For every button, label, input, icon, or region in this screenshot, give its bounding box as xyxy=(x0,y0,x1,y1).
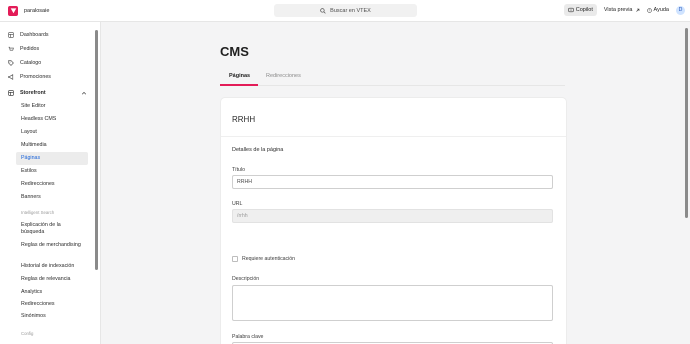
sidebar-item-indexing-history[interactable]: Historial de indexación xyxy=(21,263,74,270)
copilot-label: Copilot xyxy=(575,7,593,13)
description-textarea[interactable] xyxy=(232,285,553,321)
url-input: /rrhh xyxy=(232,209,553,223)
sidebar-item-promociones[interactable]: Promociones xyxy=(8,72,51,82)
help-icon: ? xyxy=(646,7,652,13)
description-label: Descripción xyxy=(232,276,260,282)
require-auth-checkbox[interactable] xyxy=(232,256,238,262)
main-content: CMS Páginas Redirecciones RRHH Detalles … xyxy=(101,22,690,344)
chevron-up-icon[interactable] xyxy=(81,90,87,96)
account-name[interactable]: paralosaie xyxy=(24,8,49,14)
vtex-logo[interactable] xyxy=(8,5,18,16)
section-intelligent-search: Intelligent Search xyxy=(21,210,55,215)
sidebar-scrollbar[interactable] xyxy=(95,30,98,270)
cart-icon xyxy=(8,46,14,51)
tag-icon xyxy=(8,60,14,66)
active-tab-indicator xyxy=(220,84,258,86)
search-bar[interactable]: Buscar en VTEX xyxy=(274,4,417,17)
title-input[interactable]: RRHH xyxy=(232,175,553,189)
sidebar-item-catalogo[interactable]: Catalogo xyxy=(8,58,41,68)
sidebar-item-layout[interactable]: Layout xyxy=(21,129,37,136)
sidebar-item-label: Storefront xyxy=(20,90,46,96)
preview-label: Vista previa xyxy=(603,7,633,13)
megaphone-icon xyxy=(8,74,14,80)
sidebar-item-redirecciones[interactable]: Redirecciones xyxy=(21,181,55,188)
sidebar-item-dashboards[interactable]: Dashboards xyxy=(8,30,49,40)
help-button[interactable]: ? Ayuda xyxy=(646,7,670,13)
sidebar-item-merchandising-rules[interactable]: Reglas de merchandising xyxy=(21,242,81,249)
copilot-button[interactable]: Copilot xyxy=(563,4,597,16)
keywords-label: Palabra clave xyxy=(232,334,264,340)
require-auth-label: Requiere autenticación xyxy=(242,256,296,262)
storefront-icon xyxy=(8,90,14,96)
search-icon xyxy=(320,7,326,14)
section-config: Config xyxy=(21,331,34,336)
sidebar-item-banners[interactable]: Banners xyxy=(21,194,41,201)
preview-button[interactable]: Vista previa xyxy=(604,7,640,13)
tabs-divider xyxy=(220,85,565,86)
title-label: Título xyxy=(232,167,245,173)
search-placeholder: Buscar en VTEX xyxy=(330,7,371,14)
top-bar: paralosaie Buscar en VTEX Copilot Vista … xyxy=(0,0,690,22)
tab-paginas[interactable]: Páginas xyxy=(229,73,250,79)
sidebar-item-search-redirects[interactable]: Redirecciones xyxy=(21,301,55,308)
sidebar-item-headless-cms[interactable]: Headless CMS xyxy=(21,116,56,123)
external-link-icon xyxy=(635,8,639,12)
sidebar-item-synonyms[interactable]: Sinónimos xyxy=(21,313,46,320)
url-input-value: /rrhh xyxy=(237,213,248,219)
sidebar-item-label: Promociones xyxy=(20,74,51,80)
user-avatar[interactable]: D xyxy=(676,5,685,15)
page-title: CMS xyxy=(220,44,249,59)
sidebar-item-paginas[interactable]: Páginas xyxy=(21,155,40,162)
sidebar-item-multimedia[interactable]: Multimedia xyxy=(21,142,47,149)
sidebar-item-label: Catalogo xyxy=(20,60,42,66)
sidebar-item-pedidos[interactable]: Pedidos xyxy=(8,44,39,54)
card-title: RRHH xyxy=(232,115,256,124)
card-divider xyxy=(221,136,566,137)
section-page-details: Detalles de la página xyxy=(232,147,284,153)
sidebar-item-label: Dashboards xyxy=(20,32,49,38)
vtex-logo-icon xyxy=(10,8,16,14)
sidebar-item-storefront[interactable]: Storefront xyxy=(8,88,46,98)
top-actions: Copilot Vista previa ? Ayuda D xyxy=(563,4,685,16)
sidebar-item-analytics[interactable]: Analytics xyxy=(21,289,42,296)
title-input-value: RRHH xyxy=(237,179,252,185)
url-label: URL xyxy=(232,201,243,207)
main-scrollbar[interactable] xyxy=(685,28,688,218)
dashboard-icon xyxy=(8,32,14,38)
copilot-icon xyxy=(568,7,574,13)
sidebar-item-search-explanation[interactable]: Explicación de la búsqueda xyxy=(21,222,81,236)
sidebar-item-relevance-rules[interactable]: Reglas de relevancia xyxy=(21,276,70,283)
sidebar-item-estilos[interactable]: Estilos xyxy=(21,168,37,175)
help-label: Ayuda xyxy=(653,7,670,13)
tab-redirecciones[interactable]: Redirecciones xyxy=(266,73,301,79)
page-form-card: RRHH Detalles de la página Título RRHH U… xyxy=(221,98,566,344)
sidebar-item-site-editor[interactable]: Site Editor xyxy=(21,103,45,110)
sidebar: Dashboards Pedidos Catalogo Promociones … xyxy=(0,22,101,344)
sidebar-item-label: Pedidos xyxy=(20,46,40,52)
